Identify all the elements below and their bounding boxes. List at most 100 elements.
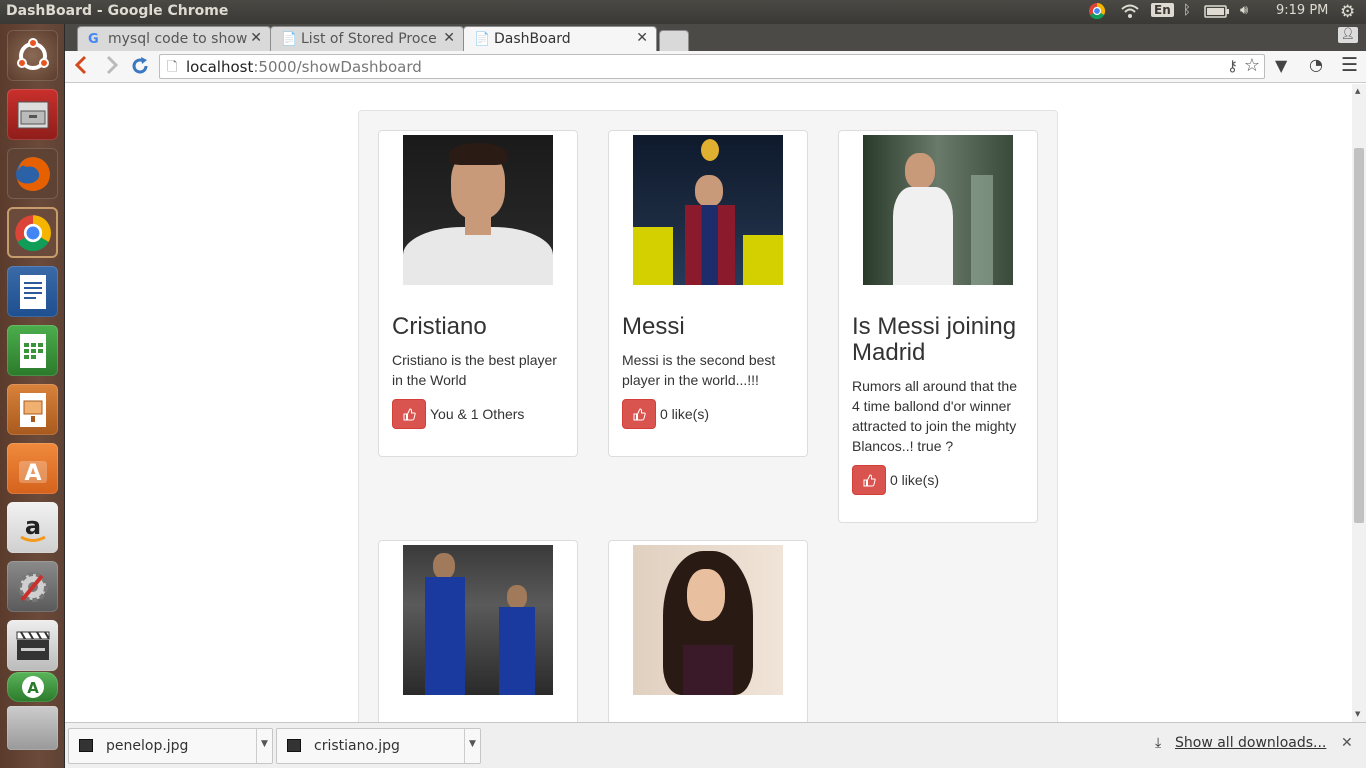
scroll-up-icon[interactable]: ▲	[1355, 87, 1360, 95]
post-card: Cristiano Cristiano is the best player i…	[378, 130, 578, 457]
close-tab-icon[interactable]: ✕	[443, 30, 455, 46]
like-button[interactable]	[392, 399, 426, 429]
chevron-down-icon[interactable]: ▼	[256, 729, 272, 763]
close-tab-icon[interactable]: ✕	[250, 30, 262, 46]
download-item[interactable]: penelop.jpg ▼	[68, 728, 273, 764]
close-tab-icon[interactable]: ✕	[636, 30, 648, 46]
image-file-icon	[287, 739, 301, 752]
video-editor-icon[interactable]	[7, 620, 58, 671]
browser-toolbar: 🗋 localhost:5000/showDashboard ⚷ ☆ ▼ ◔ ☰	[65, 51, 1366, 83]
reload-button[interactable]	[130, 56, 150, 81]
post-title: Messi	[622, 313, 685, 340]
chrome-icon[interactable]	[7, 207, 58, 258]
post-image	[403, 135, 553, 285]
unity-launcher: A a A	[0, 24, 65, 768]
post-image	[633, 545, 783, 695]
scroll-down-icon[interactable]: ▼	[1355, 710, 1360, 718]
post-title: Cristiano	[392, 313, 487, 340]
like-count: 0 like(s)	[890, 472, 940, 488]
battery-icon[interactable]	[1204, 5, 1230, 22]
tab-label: mysql code to show	[108, 31, 248, 47]
post-description: Messi is the second best player in the w…	[622, 352, 776, 388]
download-arrow-icon: ⤓	[1155, 735, 1162, 751]
tab-label: DashBoard	[494, 31, 571, 47]
workspaces-icon[interactable]	[7, 706, 58, 750]
window-title: DashBoard - Google Chrome	[6, 3, 229, 19]
file-manager-icon[interactable]	[7, 89, 58, 140]
extension-2-icon[interactable]: ◔	[1309, 55, 1323, 74]
firefox-icon[interactable]	[7, 148, 58, 199]
profile-icon[interactable]: 👤︎	[1338, 27, 1358, 43]
post-image	[403, 545, 553, 695]
address-bar[interactable]: 🗋 localhost:5000/showDashboard ⚷ ☆	[159, 54, 1265, 79]
key-icon[interactable]: ⚷	[1227, 57, 1238, 75]
chrome-indicator-icon[interactable]	[1088, 2, 1106, 24]
post-title: Is Messi joining Madrid	[852, 313, 1017, 366]
keyboard-layout-indicator[interactable]: En	[1151, 3, 1174, 17]
thumbs-up-icon	[633, 407, 646, 420]
thumbs-up-icon	[403, 407, 416, 420]
post-card: Messi Messi is the second best player in…	[608, 130, 808, 457]
bookmark-star-icon[interactable]: ☆	[1244, 55, 1260, 76]
download-item[interactable]: cristiano.jpg ▼	[276, 728, 481, 764]
svg-text:a: a	[24, 512, 40, 540]
google-favicon-icon: G	[88, 32, 99, 47]
back-button[interactable]	[74, 55, 88, 80]
browser-window: G mysql code to show ✕ 📄 List of Stored …	[65, 24, 1366, 768]
new-tab-button[interactable]	[659, 30, 689, 51]
os-top-panel: DashBoard - Google Chrome En ᛒ 🔊︎ 9:19 P…	[0, 0, 1366, 24]
amazon-icon[interactable]: a	[7, 502, 58, 553]
post-card	[608, 540, 808, 722]
page-favicon-icon: 📄	[474, 32, 491, 47]
tab-strip: G mysql code to show ✕ 📄 List of Stored …	[65, 24, 1366, 51]
post-image	[633, 135, 783, 285]
url-path: :5000/showDashboard	[253, 58, 422, 76]
system-settings-icon[interactable]	[7, 561, 58, 612]
show-all-downloads-link[interactable]: Show all downloads...	[1175, 735, 1326, 751]
volume-icon[interactable]: 🔊︎	[1240, 3, 1248, 18]
libreoffice-calc-icon[interactable]	[7, 325, 58, 376]
like-count: You & 1 Others	[430, 406, 525, 422]
forward-button[interactable]	[105, 55, 119, 80]
dashboard-panel: Cristiano Cristiano is the best player i…	[358, 110, 1058, 722]
page-info-icon[interactable]: 🗋	[167, 58, 177, 80]
extension-icon[interactable]: ▼	[1275, 56, 1287, 75]
svg-text:A: A	[24, 461, 41, 486]
download-filename: cristiano.jpg	[314, 738, 400, 754]
software-center-icon[interactable]: A	[7, 443, 58, 494]
page-favicon-icon: 📄	[281, 32, 298, 47]
tab-dashboard[interactable]: 📄 DashBoard ✕	[463, 26, 657, 51]
tab-label: List of Stored Proce	[301, 31, 437, 47]
like-row: You & 1 Others	[392, 399, 564, 429]
post-description: Rumors all around that the 4 time ballon…	[852, 378, 1017, 454]
tab-stored-procedures[interactable]: 📄 List of Stored Proce ✕	[270, 26, 464, 51]
post-card	[378, 540, 578, 722]
clock[interactable]: 9:19 PM	[1276, 3, 1328, 18]
update-manager-icon[interactable]: A	[7, 672, 58, 702]
page-viewport: Cristiano Cristiano is the best player i…	[65, 84, 1352, 722]
like-row: 0 like(s)	[852, 465, 1024, 495]
download-shelf: penelop.jpg ▼ cristiano.jpg ▼ ⤓ Show all…	[65, 722, 1366, 768]
like-button[interactable]	[852, 465, 886, 495]
like-button[interactable]	[622, 399, 656, 429]
svg-text:A: A	[27, 679, 39, 697]
post-card: Is Messi joining Madrid Rumors all aroun…	[838, 130, 1038, 523]
tab-mysql-code[interactable]: G mysql code to show ✕	[77, 26, 271, 51]
like-count: 0 like(s)	[660, 406, 710, 422]
close-icon[interactable]: ✕	[1341, 735, 1353, 751]
download-filename: penelop.jpg	[106, 738, 189, 754]
like-row: 0 like(s)	[622, 399, 794, 429]
page-scrollbar[interactable]: ▲ ▼	[1352, 84, 1366, 722]
bluetooth-icon[interactable]: ᛒ	[1183, 3, 1191, 18]
post-description: Cristiano is the best player in the Worl…	[392, 352, 557, 388]
wifi-icon[interactable]	[1120, 3, 1140, 23]
url-host: localhost	[186, 58, 254, 76]
image-file-icon	[79, 739, 93, 752]
scroll-thumb[interactable]	[1354, 148, 1364, 523]
menu-icon[interactable]: ☰	[1341, 54, 1358, 76]
libreoffice-writer-icon[interactable]	[7, 266, 58, 317]
gear-icon[interactable]: ⚙	[1340, 2, 1355, 22]
libreoffice-impress-icon[interactable]	[7, 384, 58, 435]
chevron-down-icon[interactable]: ▼	[464, 729, 480, 763]
ubuntu-dash-icon[interactable]	[7, 30, 58, 81]
